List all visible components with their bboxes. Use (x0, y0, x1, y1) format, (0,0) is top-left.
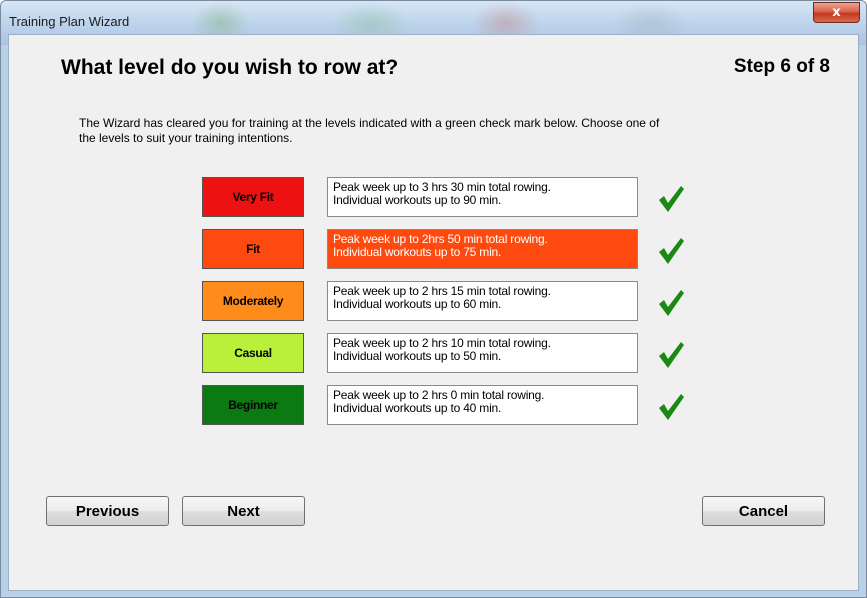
level-label: Fit (246, 242, 260, 256)
workout-text: Individual workouts up to 60 min. (333, 297, 502, 311)
wizard-window: Training Plan Wizard x What level do you… (0, 0, 867, 598)
window-title: Training Plan Wizard (9, 14, 130, 29)
workout-text: Individual workouts up to 40 min. (333, 401, 502, 415)
level-label: Casual (234, 346, 272, 360)
level-description-very-fit[interactable]: Peak week up to 3 hrs 30 min total rowin… (327, 177, 638, 217)
step-indicator: Step 6 of 8 (733, 56, 830, 77)
intro-line: The Wizard has cleared you for training … (79, 116, 660, 130)
cancel-button[interactable]: Cancel (702, 496, 825, 526)
intro-line: the levels to suit your training intenti… (79, 131, 293, 145)
next-button[interactable]: Next (182, 496, 305, 526)
close-icon: x (832, 5, 841, 20)
level-description-fit[interactable]: Peak week up to 2hrs 50 min total rowing… (327, 229, 638, 269)
workout-text: Individual workouts up to 75 min. (333, 245, 502, 259)
check-icon (659, 186, 684, 212)
check-icon (659, 342, 684, 368)
close-button[interactable]: x (813, 2, 860, 23)
level-label: Beginner (228, 398, 278, 412)
workout-text: Individual workouts up to 50 min. (333, 349, 502, 363)
level-button-fit[interactable]: Fit (202, 229, 304, 269)
level-description-casual[interactable]: Peak week up to 2 hrs 10 min total rowin… (327, 333, 638, 373)
level-label: Moderately (222, 294, 284, 308)
level-description-moderately[interactable]: Peak week up to 2 hrs 15 min total rowin… (327, 281, 638, 321)
level-button-moderately[interactable]: Moderately (202, 281, 304, 321)
workout-text: Individual workouts up to 90 min. (333, 193, 502, 207)
check-icon (659, 238, 684, 264)
page-title: What level do you wish to row at? (61, 56, 399, 79)
level-button-very-fit[interactable]: Very Fit (202, 177, 304, 217)
level-button-casual[interactable]: Casual (202, 333, 304, 373)
level-label: Very Fit (232, 190, 274, 204)
intro-text: The Wizard has cleared you for training … (79, 116, 779, 146)
level-button-beginner[interactable]: Beginner (202, 385, 304, 425)
check-icon (659, 290, 684, 316)
check-icon (659, 394, 684, 420)
previous-button[interactable]: Previous (46, 496, 169, 526)
level-description-beginner[interactable]: Peak week up to 2 hrs 0 min total rowing… (327, 385, 638, 425)
